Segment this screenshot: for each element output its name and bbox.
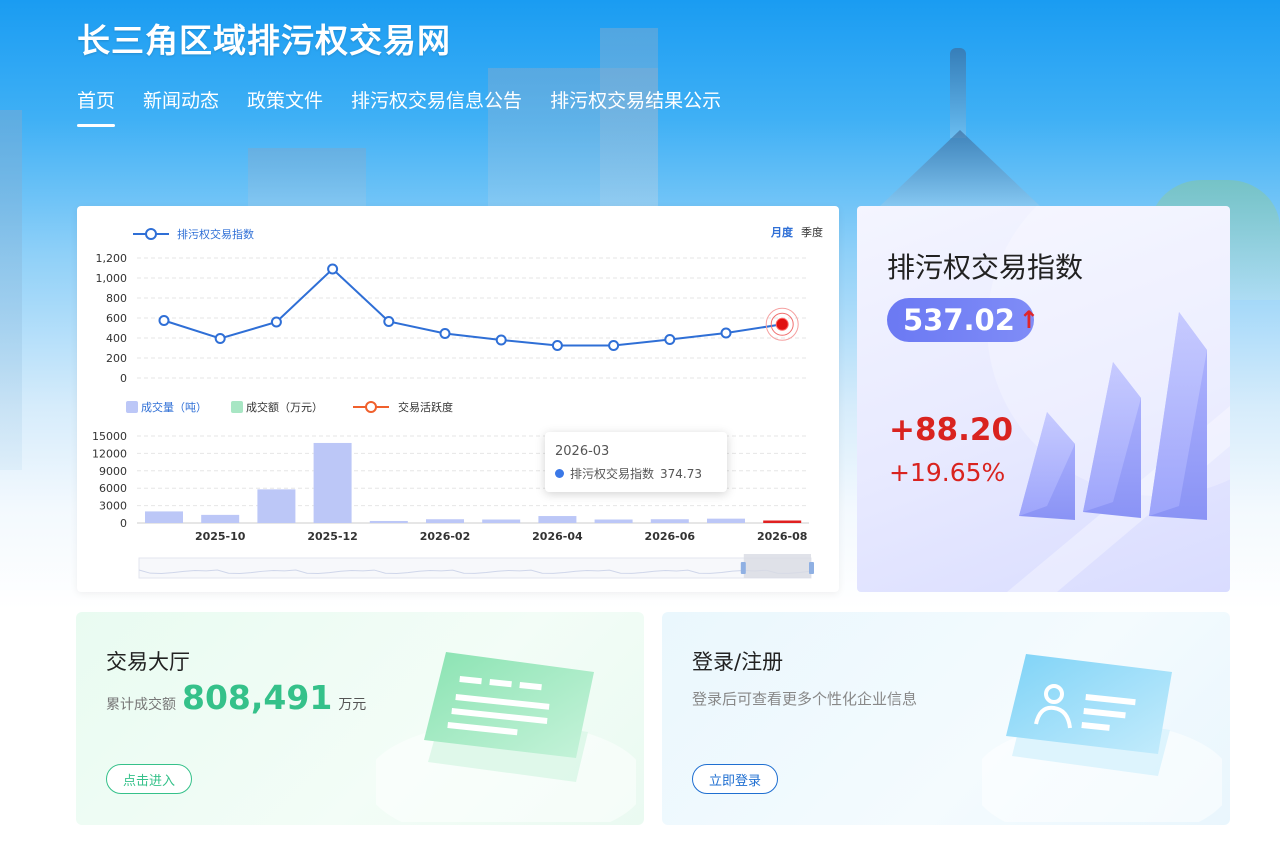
tooltip-series-dot-icon [555,469,564,478]
index-point [270,316,282,328]
bar-legend-volume-swatch [126,401,138,413]
volume-bar [594,519,633,523]
volume-bar [482,519,521,523]
index-point-current [775,317,789,331]
login-button[interactable]: 立即登录 [692,764,778,794]
login-illustration [982,654,1222,822]
nav-item-news[interactable]: 新闻动态 [143,86,219,127]
pagoda-roof [880,130,1040,206]
bar-legend-activity-label: 交易活跃度 [398,400,453,414]
bar-y-tick-label: 6000 [99,482,127,495]
data-zoom-handle-left [740,562,746,574]
nav-item-policy[interactable]: 政策文件 [247,86,323,127]
trading-hall-card[interactable]: 交易大厅 累计成交额 808,491 万元 点击进入 [76,612,644,825]
line-legend-label: 排污权交易指数 [177,227,254,241]
bar-x-tick-label: 2025-10 [195,530,246,543]
index-point [664,334,676,345]
site-title: 长三角区域排污权交易网 [77,21,451,60]
bar-legend-volume-label: 成交量（吨） [141,400,207,414]
period-toggle: 月度 季度 [771,224,823,240]
total-label: 累计成交额 [106,697,176,713]
index-value: 537.02 [903,303,1015,337]
line-y-tick-label: 200 [106,352,127,365]
bar-legend-activity-marker [365,401,377,413]
index-chart-card: 排污权交易指数 0 200 400 600 800 1,000 1,200 成交量（吨） 成交额（… [77,206,839,592]
trading-hall-total: 累计成交额 808,491 万元 [106,678,366,717]
volume-bar [426,519,464,523]
bar-y-tick-label: 12000 [92,447,127,460]
bar-y-tick-label: 9000 [99,465,127,478]
main-nav: 首页 新闻动态 政策文件 排污权交易信息公告 排污权交易结果公示 [77,86,721,127]
nav-item-trade-results[interactable]: 排污权交易结果公示 [550,86,721,127]
login-register-card[interactable]: 登录/注册 登录后可查看更多个性化企业信息 立即登录 [662,612,1230,825]
bar-x-tick-label: 2026-02 [420,530,471,543]
index-change-percent: +19.65% [889,458,1006,487]
total-unit: 万元 [338,697,367,713]
tooltip-row: 排污权交易指数 374.73 [555,465,717,482]
bar-x-tick-label: 2026-08 [757,530,808,543]
bar-y-tick-label: 15000 [92,430,127,443]
bar-x-tick-label: 2026-04 [532,530,583,543]
data-zoom-window [743,554,811,578]
login-card-description: 登录后可查看更多个性化企业信息 [692,690,918,708]
index-point [720,327,732,339]
line-y-tick-label: 1,000 [96,272,128,285]
bar-x-tick-label: 2026-06 [645,530,696,543]
index-point [495,334,507,346]
volume-bar [538,516,577,523]
bar-y-tick-label: 0 [120,517,127,530]
index-value-pill: 537.02 ↑ [887,298,1039,342]
volume-bar-current [763,520,802,523]
volume-bar [707,518,745,523]
bar-x-tick-label: 2025-12 [307,530,358,543]
bar-legend-amount-swatch [231,401,243,413]
volume-bar [201,514,240,523]
charts-svg: 排污权交易指数 0 200 400 600 800 1,000 1,200 成交量（吨） 成交额（… [92,227,814,579]
enter-hall-button[interactable]: 点击进入 [106,764,192,794]
bar-legend-amount-label: 成交额（万元） [246,400,323,414]
total-value: 808,491 [182,678,333,717]
line-y-tick-label: 0 [120,372,127,385]
nav-item-trade-notices[interactable]: 排污权交易信息公告 [351,86,522,127]
line-y-tick-label: 1,200 [96,252,128,265]
volume-bar [145,511,183,523]
index-summary-card: 排污权交易指数 537.02 ↑ +88.20 +19.65% [857,206,1230,592]
data-zoom-handle-right [809,562,814,574]
pagoda-spire [950,48,966,138]
index-point [439,328,451,339]
skyscraper-left [0,110,22,470]
trading-hall-title: 交易大厅 [106,650,190,674]
index-point [551,340,563,351]
nav-item-home[interactable]: 首页 [77,86,116,127]
index-series-line [163,267,783,347]
trading-hall-illustration [376,652,636,822]
line-legend-marker [145,228,157,240]
index-point [383,316,395,327]
line-y-tick-label: 600 [106,312,127,325]
period-tab-monthly[interactable]: 月度 [771,224,793,240]
index-point [158,315,170,326]
volume-bar [313,442,352,523]
up-arrow-icon: ↑ [1018,306,1040,334]
login-card-title: 登录/注册 [692,650,784,674]
index-point [608,340,620,351]
volume-bar [650,519,689,523]
period-tab-quarterly[interactable]: 季度 [801,224,823,240]
volume-bar [257,489,296,523]
data-zoom-track [138,557,812,579]
index-card-title: 排污权交易指数 [887,251,1084,284]
index-point [214,333,226,344]
chart-tooltip: 2026-03 排污权交易指数 374.73 [545,432,727,492]
index-point [327,263,339,275]
bar-y-tick-label: 3000 [99,500,127,513]
tooltip-series-name: 排污权交易指数 [570,467,655,481]
line-y-tick-label: 800 [106,292,127,305]
tooltip-series-value: 374.73 [660,466,703,481]
tooltip-date: 2026-03 [555,444,610,459]
volume-bar [369,520,408,523]
line-y-tick-label: 400 [106,332,127,345]
index-change: +88.20 [889,412,1014,448]
